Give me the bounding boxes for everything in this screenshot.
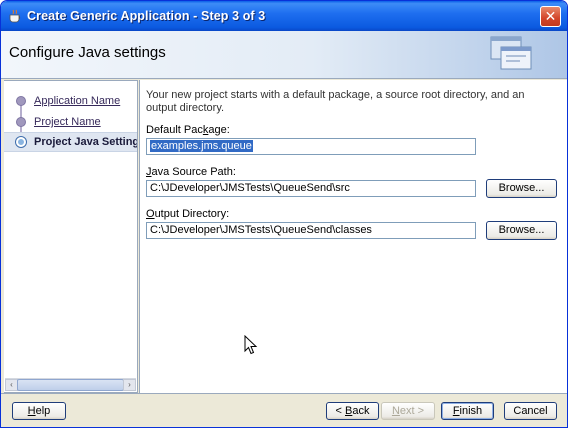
close-button[interactable]: ✕ bbox=[540, 6, 561, 27]
nav-horizontal-scrollbar[interactable]: ‹ › bbox=[5, 378, 136, 391]
step-current-icon bbox=[16, 137, 26, 147]
button-label: ack bbox=[352, 405, 370, 417]
intro-text: Your new project starts with a default p… bbox=[146, 89, 525, 114]
label-mnemonic: O bbox=[146, 208, 155, 220]
label-text: age: bbox=[208, 124, 230, 136]
default-package-value: examples.jms.queue bbox=[150, 140, 253, 152]
browse-output-button[interactable]: Browse... bbox=[486, 221, 557, 240]
output-directory-value: C:\JDeveloper\JMSTests\QueueSend\classes bbox=[150, 224, 372, 236]
button-mnemonic: N bbox=[391, 405, 400, 417]
button-label: inish bbox=[459, 405, 483, 417]
scroll-right-button[interactable]: › bbox=[123, 379, 136, 391]
label-text: utput Directory: bbox=[154, 208, 230, 220]
nav-item-project-name[interactable]: Project Name bbox=[4, 112, 137, 132]
finish-button[interactable]: Finish bbox=[441, 402, 494, 420]
wizard-header: Configure Java settings bbox=[1, 31, 567, 79]
coffee-cup-icon bbox=[9, 9, 21, 23]
output-directory-label: Output Directory: bbox=[146, 208, 229, 220]
settings-panel: Your new project starts with a default p… bbox=[139, 80, 567, 393]
nav-label-current-step: Project Java Settings bbox=[34, 136, 137, 148]
dialog-window: Create Generic Application - Step 3 of 3… bbox=[0, 0, 568, 428]
cancel-button[interactable]: Cancel bbox=[504, 402, 557, 420]
browse-source-button[interactable]: Browse... bbox=[486, 179, 557, 198]
mouse-pointer-icon bbox=[244, 335, 258, 355]
footer-separator bbox=[1, 393, 567, 395]
java-source-path-field[interactable]: C:\JDeveloper\JMSTests\QueueSend\src bbox=[146, 180, 476, 197]
next-button[interactable]: Next > bbox=[381, 402, 435, 420]
button-label: < bbox=[335, 405, 345, 417]
default-package-field[interactable]: examples.jms.queue bbox=[146, 138, 476, 155]
back-button[interactable]: < Back bbox=[326, 402, 379, 420]
wizard-step-navigator: Application Name Project Name Project Ja… bbox=[4, 80, 138, 393]
title-bar[interactable]: Create Generic Application - Step 3 of 3… bbox=[1, 1, 567, 31]
chevron-right-icon: › bbox=[128, 380, 131, 389]
close-icon: ✕ bbox=[544, 8, 557, 24]
button-label: elp bbox=[35, 405, 51, 417]
label-text: Default Pac bbox=[146, 124, 203, 136]
windows-graphic-icon bbox=[490, 36, 532, 70]
java-source-path-value: C:\JDeveloper\JMSTests\QueueSend\src bbox=[150, 182, 350, 194]
chevron-left-icon: ‹ bbox=[10, 380, 13, 389]
button-mnemonic: F bbox=[452, 405, 460, 417]
button-mnemonic: H bbox=[27, 405, 36, 417]
step-done-icon bbox=[16, 96, 26, 106]
nav-link-project-name[interactable]: Project Name bbox=[34, 116, 101, 128]
step-done-icon bbox=[16, 117, 26, 127]
page-title: Configure Java settings bbox=[9, 44, 166, 61]
output-directory-field[interactable]: C:\JDeveloper\JMSTests\QueueSend\classes bbox=[146, 222, 476, 239]
label-text: ava Source Path: bbox=[151, 166, 236, 178]
default-package-label: Default Package: bbox=[146, 124, 230, 136]
java-source-path-label: Java Source Path: bbox=[146, 166, 236, 178]
nav-item-application-name[interactable]: Application Name bbox=[4, 91, 137, 111]
help-button[interactable]: Help bbox=[12, 402, 66, 420]
nav-item-project-java-settings[interactable]: Project Java Settings bbox=[4, 132, 137, 152]
button-label: ext > bbox=[399, 405, 425, 417]
window-title: Create Generic Application - Step 3 of 3 bbox=[27, 9, 266, 23]
scroll-thumb[interactable] bbox=[17, 379, 124, 391]
nav-link-application-name[interactable]: Application Name bbox=[34, 95, 120, 107]
